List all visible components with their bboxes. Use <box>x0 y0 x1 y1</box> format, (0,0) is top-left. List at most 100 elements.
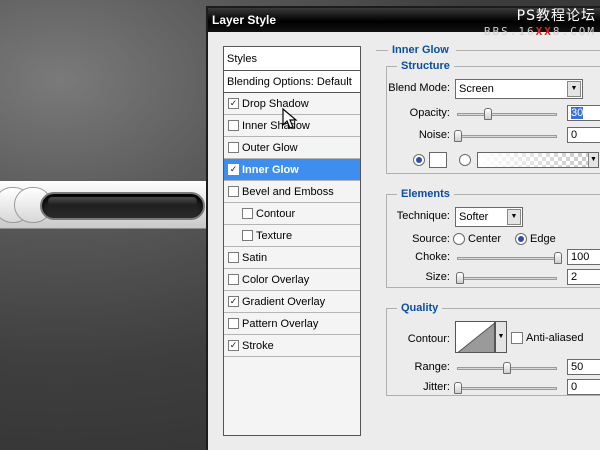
style-item-label: Texture <box>256 230 293 242</box>
styles-header[interactable]: Styles <box>224 47 360 71</box>
dialog-titlebar[interactable]: Layer Style PS教程论坛 BBS.16XX8.COM <box>208 8 600 38</box>
style-item-bevel-and-emboss[interactable]: Bevel and Emboss <box>224 181 360 203</box>
blend-mode-value: Screen <box>459 83 494 95</box>
style-item-texture[interactable]: Texture <box>224 225 360 247</box>
style-item-inner-glow[interactable]: Inner Glow <box>224 159 360 181</box>
layer-style-dialog: Layer Style PS教程论坛 BBS.16XX8.COM Styles … <box>206 6 600 450</box>
chevron-down-icon: ▼ <box>567 81 581 97</box>
inner-glow-options: Inner Glow Structure Blend Mode: Screen … <box>376 44 600 444</box>
style-item-label: Inner Glow <box>242 164 299 176</box>
glow-color-swatch[interactable] <box>429 152 447 168</box>
styles-header-label: Styles <box>227 53 257 65</box>
style-checkbox[interactable] <box>242 208 253 219</box>
design-canvas <box>0 0 208 450</box>
inner-glow-heading: Inner Glow <box>392 44 449 56</box>
style-item-pattern-overlay[interactable]: Pattern Overlay <box>224 313 360 335</box>
style-item-label: Satin <box>242 252 268 264</box>
contour-dropdown-button[interactable]: ▼ <box>495 321 507 353</box>
jitter-slider-track[interactable] <box>457 387 557 390</box>
structure-title: Structure <box>397 60 454 72</box>
style-checkbox[interactable] <box>228 98 239 109</box>
choke-slider-track[interactable] <box>457 257 557 260</box>
structure-group: Structure Blend Mode: Screen ▼ Opacity: … <box>386 60 600 174</box>
range-slider-thumb[interactable] <box>503 362 511 374</box>
mouse-pointer-icon <box>282 108 298 129</box>
choke-field[interactable]: 100 <box>567 249 600 265</box>
blend-mode-label: Blend Mode: <box>388 82 450 94</box>
opacity-slider-thumb[interactable] <box>484 108 492 120</box>
jitter-slider-thumb[interactable] <box>454 382 462 394</box>
range-field[interactable]: 50 <box>567 359 600 375</box>
size-slider-thumb[interactable] <box>456 272 464 284</box>
style-checkbox[interactable] <box>242 230 253 241</box>
source-label: Source: <box>412 233 450 245</box>
source-center-label[interactable]: Center <box>468 233 501 245</box>
size-slider-track[interactable] <box>457 277 557 280</box>
gradient-radio[interactable] <box>459 154 471 166</box>
linear-contour-icon <box>457 322 494 352</box>
jitter-field[interactable]: 0 <box>567 379 600 395</box>
noise-label: Noise: <box>418 129 450 141</box>
source-edge-label[interactable]: Edge <box>530 233 556 245</box>
watermark-sub-prefix: BBS.16 <box>483 25 536 38</box>
style-checkbox[interactable] <box>228 186 239 197</box>
style-item-contour[interactable]: Contour <box>224 203 360 225</box>
technique-select[interactable]: Softer ▼ <box>455 207 523 227</box>
style-item-label: Outer Glow <box>242 142 298 154</box>
noise-slider-thumb[interactable] <box>454 130 462 142</box>
quality-group: Quality Contour: ▼ Anti-aliased Range: 5… <box>386 302 600 396</box>
blending-options-item[interactable]: Blending Options: Default <box>224 71 360 93</box>
anti-aliased-label[interactable]: Anti-aliased <box>526 332 583 344</box>
watermark-sub-suffix: 8.COM <box>552 25 596 38</box>
style-items: Drop Shadow Inner Shadow Outer Glow Inner G… <box>224 93 360 357</box>
style-checkbox[interactable] <box>228 164 239 175</box>
size-field[interactable]: 2 <box>567 269 600 285</box>
style-checkbox[interactable] <box>228 120 239 131</box>
technique-value: Softer <box>459 211 489 223</box>
slider-artwork-groove <box>40 192 205 220</box>
style-item-label: Inner Shadow <box>242 120 310 132</box>
opacity-value: 30 <box>571 107 584 119</box>
style-item-label: Stroke <box>242 340 274 352</box>
style-checkbox[interactable] <box>228 296 239 307</box>
blending-options-label: Blending Options: Default <box>227 76 352 88</box>
style-item-satin[interactable]: Satin <box>224 247 360 269</box>
glow-gradient-picker[interactable]: ▼ <box>477 152 599 168</box>
style-item-label: Drop Shadow <box>242 98 309 110</box>
watermark-main: PS教程论坛 <box>516 8 596 24</box>
elements-title: Elements <box>397 188 454 200</box>
noise-field[interactable]: 0 <box>567 127 600 143</box>
style-item-label: Pattern Overlay <box>242 318 319 330</box>
range-label: Range: <box>414 361 450 373</box>
style-checkbox[interactable] <box>228 340 239 351</box>
size-label: Size: <box>425 271 450 283</box>
style-item-label: Bevel and Emboss <box>242 186 334 198</box>
style-checkbox[interactable] <box>228 252 239 263</box>
blend-mode-select[interactable]: Screen ▼ <box>455 79 583 99</box>
styles-list: Styles Blending Options: Default Drop Sh… <box>223 46 361 436</box>
noise-value: 0 <box>571 129 578 141</box>
choke-label: Choke: <box>415 251 450 263</box>
range-value: 50 <box>571 361 584 373</box>
chevron-down-icon: ▼ <box>507 209 521 225</box>
noise-slider-track[interactable] <box>457 135 557 138</box>
opacity-field[interactable]: 30 <box>567 105 600 121</box>
contour-preview[interactable] <box>455 321 495 353</box>
style-item-outer-glow[interactable]: Outer Glow <box>224 137 360 159</box>
style-checkbox[interactable] <box>228 274 239 285</box>
style-item-color-overlay[interactable]: Color Overlay <box>224 269 360 291</box>
source-center-radio[interactable] <box>453 233 465 245</box>
choke-value: 100 <box>571 251 590 263</box>
quality-title: Quality <box>397 302 443 314</box>
anti-aliased-checkbox[interactable] <box>511 332 523 344</box>
choke-slider-thumb[interactable] <box>554 252 562 264</box>
style-item-stroke[interactable]: Stroke <box>224 335 360 357</box>
jitter-value: 0 <box>571 381 578 393</box>
style-checkbox[interactable] <box>228 318 239 329</box>
opacity-slider-track[interactable] <box>457 113 557 116</box>
size-value: 2 <box>571 271 578 283</box>
color-radio[interactable] <box>413 154 425 166</box>
style-checkbox[interactable] <box>228 142 239 153</box>
source-edge-radio[interactable] <box>515 233 527 245</box>
style-item-gradient-overlay[interactable]: Gradient Overlay <box>224 291 360 313</box>
